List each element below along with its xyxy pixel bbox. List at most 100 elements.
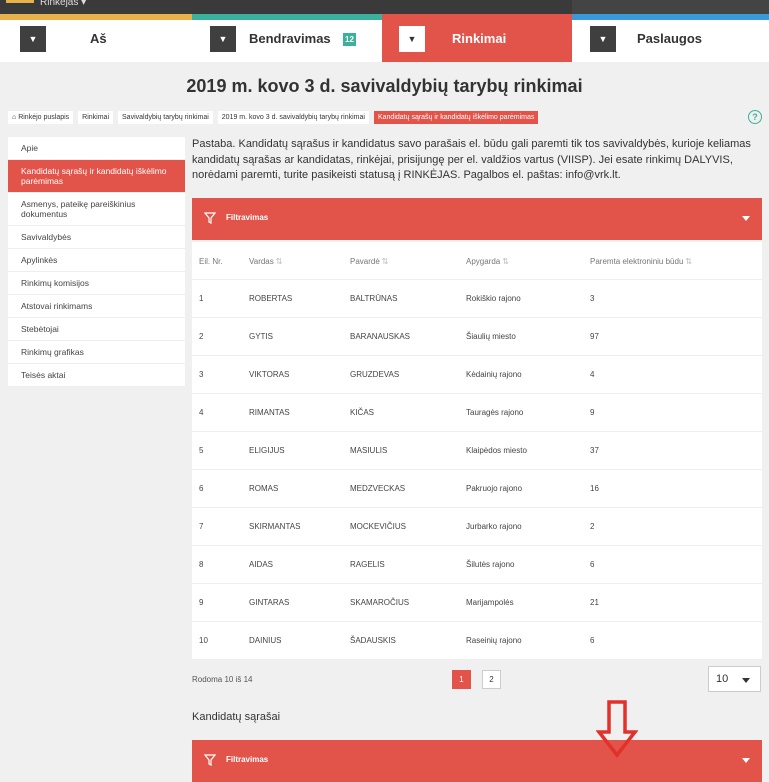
column-header-label: Apygarda (466, 257, 501, 266)
tab-stripe (0, 14, 192, 20)
main-tabs: ▼ Aš ▼ Bendravimas 12 ▼ Rinkimai ▼ Pasla… (0, 14, 769, 62)
sidebar-item-grafikas[interactable]: Rinkimų grafikas (8, 341, 185, 364)
page-button-2[interactable]: 2 (482, 670, 501, 689)
breadcrumb: ⌂ Rinkėjo puslapis Rinkimai Savivaldybių… (8, 111, 543, 124)
cell-vardas: ROMAS (249, 484, 279, 493)
notification-badge: 12 (343, 33, 356, 46)
tab-stripe (572, 14, 769, 20)
cell-pavarde: MASIULIS (350, 446, 388, 455)
caret-down-icon (742, 678, 750, 683)
chevron-down-icon[interactable]: ▼ (590, 26, 616, 52)
tab-label: Aš (90, 31, 107, 46)
column-header-label: Pavardė (350, 257, 380, 266)
column-header-pavarde[interactable]: Pavardė ⇅ (350, 257, 389, 266)
filter-icon (204, 754, 216, 766)
breadcrumb-item[interactable]: Savivaldybių tarybų rinkimai (118, 111, 213, 124)
cell-paremta: 37 (590, 446, 599, 455)
cell-apygarda: Šilutės rajono (466, 560, 515, 569)
filter-icon (204, 212, 216, 224)
cell-pavarde: RAGELIS (350, 560, 385, 569)
filter-panel-2[interactable]: Filtravimas (192, 740, 762, 782)
cell-apygarda: Kėdainių rajono (466, 370, 522, 379)
cell-nr: 5 (199, 446, 204, 455)
home-icon: ⌂ (12, 114, 17, 121)
cell-paremta: 21 (590, 598, 599, 607)
sidebar-item-asmenys[interactable]: Asmenys, pateikę pareiškinius dokumentus (8, 193, 185, 226)
table-body: 1 ROBERTAS BALTRŪNAS Rokiškio rajono 3 2 GYTIS… (192, 280, 762, 660)
sidebar-item-savivaldybes[interactable]: Savivaldybės (8, 226, 185, 249)
tab-as[interactable]: ▼ Aš (0, 14, 192, 62)
chevron-down-icon[interactable]: ▼ (399, 26, 425, 52)
top-bar: Rinkėjas ▾ (0, 0, 769, 14)
user-menu[interactable]: Rinkėjas ▾ (40, 0, 86, 8)
cell-vardas: GINTARAS (249, 598, 290, 607)
table-row: 9 GINTARAS SKAMAROČIUS Marijampolės 21 (192, 584, 762, 622)
cell-apygarda: Pakruojo rajono (466, 484, 523, 493)
sidebar-item-komisijos[interactable]: Rinkimų komisijos (8, 272, 185, 295)
sidebar-item-paremimas[interactable]: Kandidatų sąrašų ir kandidatų iškėlimo p… (8, 160, 185, 193)
cell-paremta: 6 (590, 560, 595, 569)
cell-nr: 6 (199, 484, 204, 493)
caret-down-icon (742, 216, 750, 221)
cell-paremta: 97 (590, 332, 599, 341)
column-header-label: Vardas (249, 257, 274, 266)
breadcrumb-label: Rinkėjo puslapis (18, 114, 70, 121)
chevron-down-icon[interactable]: ▼ (210, 26, 236, 52)
column-header-apygarda[interactable]: Apygarda ⇅ (466, 257, 509, 266)
table-row: 5 ELIGIJUS MASIULIS Klaipėdos miesto 37 (192, 432, 762, 470)
cell-paremta: 4 (590, 370, 595, 379)
sidebar-item-stebetojai[interactable]: Stebėtojai (8, 318, 185, 341)
table-row: 4 RIMANTAS KIČAS Tauragės rajono 9 (192, 394, 762, 432)
cell-vardas: DAINIUS (249, 636, 282, 645)
per-page-select[interactable]: 10 (708, 666, 761, 692)
filter-label: Filtravimas (226, 755, 269, 764)
cell-nr: 10 (199, 636, 208, 645)
cell-apygarda: Marijampolės (466, 598, 514, 607)
top-bar-right (572, 0, 769, 14)
tab-paslaugos[interactable]: ▼ Paslaugos (572, 14, 769, 62)
page-button-1[interactable]: 1 (452, 670, 471, 689)
table-row: 1 ROBERTAS BALTRŪNAS Rokiškio rajono 3 (192, 280, 762, 318)
per-page-value: 10 (716, 673, 729, 685)
sidebar-item-apie[interactable]: Apie (8, 137, 185, 160)
sidebar-item-atstovai[interactable]: Atstovai rinkimams (8, 295, 185, 318)
table-row: 7 SKIRMANTAS MOCKEVIČIUS Jurbarko rajono 2 (192, 508, 762, 546)
breadcrumb-item[interactable]: Rinkimai (78, 111, 114, 124)
cell-vardas: RIMANTAS (249, 408, 290, 417)
sidebar-item-teises-aktai[interactable]: Teisės aktai (8, 364, 185, 387)
pagination-summary: Rodoma 10 iš 14 (192, 675, 253, 684)
help-icon[interactable]: ? (748, 110, 762, 124)
breadcrumb-item[interactable]: 2019 m. kovo 3 d. savivaldybių tarybų ri… (217, 111, 369, 124)
cell-vardas: SKIRMANTAS (249, 522, 301, 531)
cell-vardas: ELIGIJUS (249, 446, 285, 455)
filter-panel[interactable]: Filtravimas (192, 198, 762, 240)
column-header-paremta[interactable]: Paremta elektroniniu būdu ⇅ (590, 257, 692, 266)
table-row: 10 DAINIUS ŠADAUSKIS Raseinių rajono 6 (192, 622, 762, 660)
sort-icon: ⇅ (502, 257, 509, 266)
breadcrumb-current: Kandidatų sąrašų ir kandidatų iškėlimo p… (373, 111, 539, 124)
column-header-vardas[interactable]: Vardas ⇅ (249, 257, 282, 266)
breadcrumb-home[interactable]: ⌂ Rinkėjo puslapis (8, 111, 74, 124)
candidates-table: Eil. Nr. Vardas ⇅ Pavardė ⇅ Apygarda ⇅ Pare… (192, 242, 762, 660)
chevron-down-icon[interactable]: ▼ (20, 26, 46, 52)
section-title: Kandidatų sąrašai (192, 711, 281, 723)
tab-rinkimai[interactable]: ▼ Rinkimai (382, 14, 572, 62)
table-row: 3 VIKTORAS GRUZDEVAS Kėdainių rajono 4 (192, 356, 762, 394)
cell-paremta: 3 (590, 294, 595, 303)
cell-apygarda: Rokiškio rajono (466, 294, 521, 303)
tab-bendravimas[interactable]: ▼ Bendravimas 12 (192, 14, 382, 62)
filter-label: Filtravimas (226, 213, 269, 222)
cell-pavarde: GRUZDEVAS (350, 370, 400, 379)
cell-pavarde: MOCKEVIČIUS (350, 522, 407, 531)
cell-nr: 4 (199, 408, 204, 417)
cell-apygarda: Jurbarko rajono (466, 522, 522, 531)
cell-apygarda: Tauragės rajono (466, 408, 524, 417)
sort-icon: ⇅ (685, 257, 693, 266)
sidebar-menu: Apie Kandidatų sąrašų ir kandidatų iškėl… (8, 137, 185, 387)
table-row: 8 AIDAS RAGELIS Šilutės rajono 6 (192, 546, 762, 584)
sidebar-item-apylinkes[interactable]: Apylinkės (8, 249, 185, 272)
sort-icon: ⇅ (275, 257, 283, 266)
cell-paremta: 6 (590, 636, 595, 645)
cell-paremta: 9 (590, 408, 595, 417)
cell-nr: 3 (199, 370, 204, 379)
